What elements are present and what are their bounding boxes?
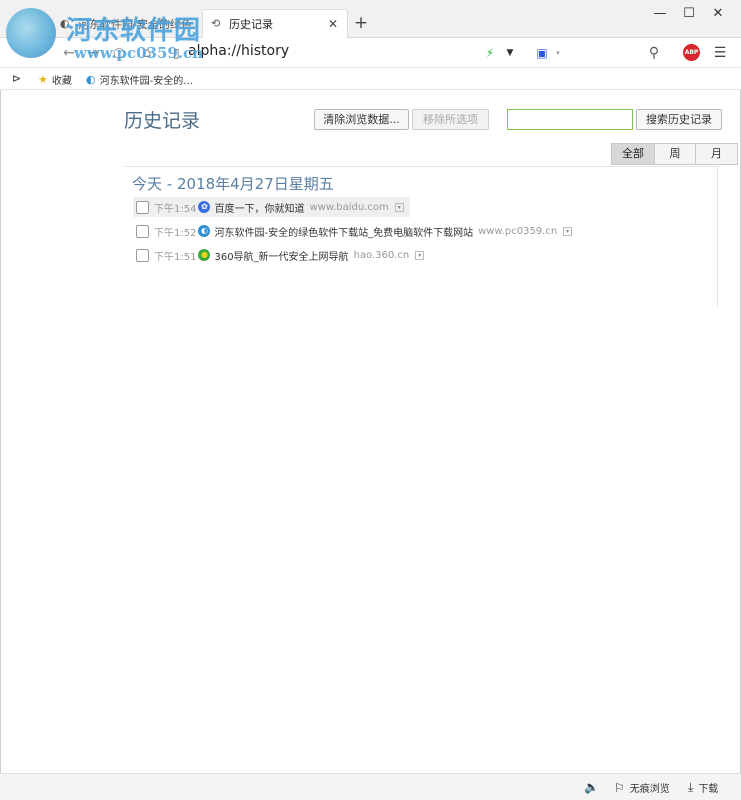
- watermark-url: www.pc0359.cn: [74, 44, 204, 62]
- filter-month-tab[interactable]: 月: [695, 143, 738, 165]
- history-entry[interactable]: 下午1:52 ◐ 河东软件园-安全的绿色软件下载站_免费电脑软件下载网站 www…: [133, 221, 578, 241]
- entry-menu-icon[interactable]: ▾: [394, 202, 404, 212]
- entry-time: 下午1:54: [154, 203, 197, 215]
- baidu-paw-icon: ✿: [198, 201, 211, 213]
- page-title: 历史记录: [124, 110, 201, 132]
- filter-all-tab[interactable]: 全部: [611, 143, 655, 165]
- tab-title: 历史记录: [229, 18, 273, 31]
- search-engine-dropdown-icon[interactable]: ▾: [549, 44, 567, 62]
- pc0359-icon: ◐: [198, 225, 211, 237]
- content-right-border: [717, 166, 718, 306]
- entry-domain: www.pc0359.cn: [478, 225, 558, 237]
- entry-menu-icon[interactable]: ▾: [415, 250, 425, 260]
- status-bar: 🔈 ⚐ 无痕浏览 ⤓ 下载: [0, 773, 741, 800]
- bookmark-label: 收藏: [51, 76, 72, 87]
- entry-time: 下午1:51: [154, 251, 197, 263]
- flag-icon: ⚐: [614, 780, 625, 795]
- remove-selected-button[interactable]: 移除所选项: [412, 109, 489, 130]
- entry-checkbox[interactable]: [136, 200, 149, 214]
- entry-title[interactable]: 百度一下，你就知道: [214, 200, 304, 215]
- tab-history[interactable]: ⟲ 历史记录 ✕: [202, 9, 348, 38]
- chevron-down-icon[interactable]: ▼: [501, 44, 519, 62]
- menu-icon[interactable]: ☰: [711, 44, 729, 62]
- entry-checkbox[interactable]: [136, 248, 149, 262]
- history-entry[interactable]: 下午1:51 ● 360导航_新一代安全上网导航 hao.360.cn ▾: [133, 245, 430, 265]
- window-border-left: [0, 0, 1, 800]
- 360-icon: ●: [198, 249, 211, 261]
- close-window-button[interactable]: ✕: [706, 4, 730, 24]
- clear-browsing-data-button[interactable]: 清除浏览数据...: [314, 109, 409, 130]
- sound-button[interactable]: 🔈: [584, 780, 604, 794]
- bookmark-label: 河东软件园-安全的…: [99, 76, 194, 87]
- search-history-button[interactable]: 搜索历史记录: [636, 109, 722, 130]
- entry-title[interactable]: 河东软件园-安全的绿色软件下载站_免费电脑软件下载网站: [214, 224, 473, 239]
- minimize-button[interactable]: —: [648, 4, 672, 24]
- lightning-icon[interactable]: ⚡: [481, 44, 499, 62]
- sidebar-toggle-icon[interactable]: ⊳: [12, 72, 25, 85]
- entry-checkbox[interactable]: [136, 224, 149, 238]
- entry-time: 下午1:52: [154, 227, 197, 239]
- adblock-plus-icon[interactable]: ABP: [683, 44, 700, 61]
- entry-domain: www.baidu.com: [309, 201, 389, 213]
- speaker-icon: 🔈: [584, 780, 599, 794]
- incognito-label: 无痕浏览: [629, 784, 670, 795]
- download-arrow-icon: ⤓: [688, 780, 694, 794]
- address-bar[interactable]: alpha://history: [188, 43, 289, 59]
- download-button[interactable]: ⤓ 下载: [688, 780, 718, 795]
- download-label: 下载: [698, 784, 719, 795]
- entry-title[interactable]: 360导航_新一代安全上网导航: [214, 248, 348, 263]
- history-entry[interactable]: 下午1:54 ✿ 百度一下，你就知道 www.baidu.com ▾: [133, 197, 410, 217]
- entry-menu-icon[interactable]: ▾: [563, 226, 573, 236]
- bookmarks-bar: ⊳ ★ 收藏 ◐ 河东软件园-安全的…: [0, 68, 741, 90]
- watermark-name: 河东软件园: [66, 16, 202, 46]
- history-search-input[interactable]: [507, 109, 633, 130]
- day-heading: 今天 - 2018年4月27日星期五: [132, 175, 334, 193]
- new-tab-button[interactable]: +: [352, 14, 370, 32]
- bookmark-pc0359[interactable]: ◐ 河东软件园-安全的…: [86, 72, 193, 87]
- maximize-button[interactable]: ☐: [677, 4, 701, 24]
- entry-domain: hao.360.cn: [353, 249, 410, 261]
- history-clock-icon: ⟲: [211, 17, 221, 30]
- site-icon: ◐: [86, 73, 96, 86]
- content-divider: [124, 166, 720, 167]
- star-icon: ★: [38, 73, 48, 86]
- bookmark-favorites[interactable]: ★ 收藏: [38, 72, 72, 87]
- search-icon[interactable]: ⚲: [645, 44, 663, 62]
- close-tab-icon[interactable]: ✕: [327, 17, 339, 31]
- watermark-logo: [6, 8, 56, 58]
- incognito-button[interactable]: ⚐ 无痕浏览: [614, 780, 670, 796]
- filter-week-tab[interactable]: 周: [654, 143, 696, 165]
